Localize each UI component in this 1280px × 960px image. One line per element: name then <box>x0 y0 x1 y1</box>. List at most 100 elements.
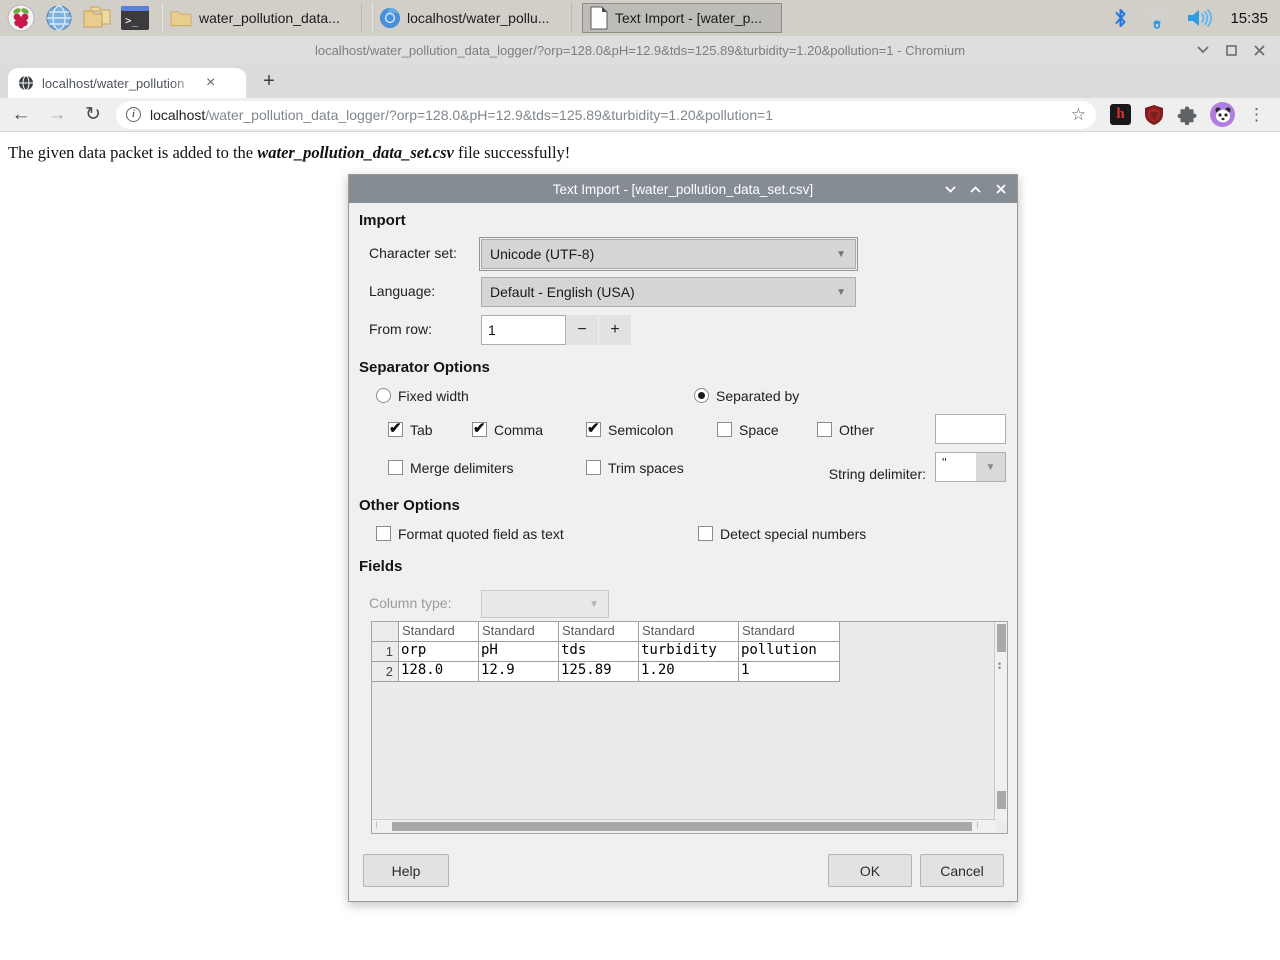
extensions-puzzle-icon[interactable] <box>1177 105 1197 125</box>
table-cell[interactable]: 1.20 <box>639 662 739 682</box>
from-row-plus-button[interactable]: + <box>599 315 631 345</box>
cancel-button[interactable]: Cancel <box>920 854 1004 887</box>
taskbar-item-chromium[interactable]: localhost/water_pollu... <box>372 3 572 33</box>
table-cell[interactable]: pollution <box>739 642 840 662</box>
bluetooth-icon[interactable] <box>1113 7 1128 29</box>
table-cell[interactable]: turbidity <box>639 642 739 662</box>
raspberry-menu-icon[interactable] <box>4 2 38 34</box>
back-icon[interactable]: ← <box>6 104 36 126</box>
semicolon-label[interactable]: Semicolon <box>608 422 673 438</box>
new-tab-button[interactable]: + <box>256 68 282 94</box>
chevron-down-icon: ▼ <box>836 249 846 260</box>
other-separator-input[interactable] <box>935 414 1006 444</box>
import-heading: Import <box>359 212 406 229</box>
chevron-down-icon: ▼ <box>836 287 846 298</box>
separated-by-radio[interactable] <box>694 388 709 403</box>
chevron-down-icon: ▼ <box>986 462 996 473</box>
comma-checkbox[interactable] <box>472 422 487 437</box>
column-header[interactable]: Standard <box>399 622 479 642</box>
reload-icon[interactable]: ↻ <box>78 103 108 126</box>
language-dropdown[interactable]: Default - English (USA)▼ <box>481 277 856 307</box>
csv-filename: water_pollution_data_set.csv <box>257 143 454 162</box>
dialog-close-icon[interactable] <box>994 183 1007 196</box>
dialog-restore-icon[interactable] <box>969 183 982 196</box>
chevron-down-icon: ▼ <box>589 599 599 610</box>
forward-icon[interactable]: → <box>42 104 72 126</box>
browser-toolbar: ← → ↻ i localhost/water_pollution_data_l… <box>0 98 1280 132</box>
help-button[interactable]: Help <box>363 854 449 887</box>
table-cell[interactable]: pH <box>479 642 559 662</box>
tab-localhost[interactable]: localhost/water_pollution × <box>8 68 246 98</box>
from-row-input[interactable]: 1 <box>481 315 566 345</box>
table-cell[interactable]: 1 <box>739 662 840 682</box>
scrollbar-thumb[interactable] <box>392 822 972 831</box>
profile-avatar[interactable] <box>1210 102 1235 127</box>
horizontal-scrollbar[interactable]: ⁝ ⁝ <box>372 819 996 833</box>
vertical-scrollbar[interactable]: •• <box>994 622 1007 821</box>
page-info-icon[interactable]: i <box>126 107 141 122</box>
bookmark-star-icon[interactable]: ☆ <box>1071 105 1086 125</box>
scrollbar-grip: ⁝ <box>976 820 979 831</box>
volume-icon[interactable] <box>1186 7 1214 29</box>
column-header[interactable]: Standard <box>739 622 840 642</box>
minimize-icon[interactable] <box>1196 43 1210 57</box>
extension-h-icon[interactable]: h <box>1110 104 1131 125</box>
ublock-shield-icon[interactable] <box>1144 104 1164 126</box>
row-number: 2 <box>372 662 399 682</box>
file-manager-icon[interactable] <box>80 2 114 34</box>
semicolon-checkbox[interactable] <box>586 422 601 437</box>
table-cell[interactable]: 125.89 <box>559 662 639 682</box>
close-icon[interactable] <box>1252 43 1266 57</box>
fixed-width-radio[interactable] <box>376 388 391 403</box>
tab-checkbox[interactable] <box>388 422 403 437</box>
space-checkbox[interactable] <box>717 422 732 437</box>
scrollbar-thumb[interactable] <box>997 624 1006 652</box>
comma-label[interactable]: Comma <box>494 422 543 438</box>
tab-label[interactable]: Tab <box>410 422 433 438</box>
from-row-minus-button[interactable]: − <box>566 315 598 345</box>
column-header[interactable]: Standard <box>559 622 639 642</box>
ok-button[interactable]: OK <box>828 854 912 887</box>
separated-by-label[interactable]: Separated by <box>716 388 799 404</box>
wifi-icon[interactable] <box>1144 7 1170 29</box>
window-titlebar[interactable]: localhost/water_pollution_data_logger/?o… <box>0 36 1280 64</box>
format-quoted-checkbox[interactable] <box>376 526 391 541</box>
charset-dropdown[interactable]: Unicode (UTF-8)▼ <box>481 239 856 269</box>
trim-spaces-checkbox[interactable] <box>586 460 601 475</box>
merge-delimiters-label[interactable]: Merge delimiters <box>410 460 513 476</box>
fixed-width-label[interactable]: Fixed width <box>398 388 469 404</box>
status-message: The given data packet is added to the wa… <box>8 143 570 163</box>
taskbar-item-file-manager[interactable]: water_pollution_data... <box>162 3 362 33</box>
browser-menu-icon[interactable]: ⋮ <box>1248 105 1265 125</box>
string-delimiter-input[interactable]: " <box>935 452 977 482</box>
folder-icon <box>169 8 193 28</box>
table-cell[interactable]: 12.9 <box>479 662 559 682</box>
dialog-titlebar[interactable]: Text Import - [water_pollution_data_set.… <box>349 175 1017 203</box>
terminal-icon[interactable]: >_ <box>118 2 152 34</box>
other-options-heading: Other Options <box>359 497 460 514</box>
corner-cell[interactable] <box>372 622 399 642</box>
trim-spaces-label[interactable]: Trim spaces <box>608 460 684 476</box>
maximize-icon[interactable] <box>1224 43 1238 57</box>
url-bar[interactable]: i localhost/water_pollution_data_logger/… <box>116 101 1096 129</box>
string-delimiter-dropdown[interactable]: ▼ <box>976 452 1006 482</box>
other-label[interactable]: Other <box>839 422 874 438</box>
detect-special-checkbox[interactable] <box>698 526 713 541</box>
column-header[interactable]: Standard <box>479 622 559 642</box>
table-cell[interactable]: orp <box>399 642 479 662</box>
column-type-dropdown[interactable]: ▼ <box>481 590 609 618</box>
merge-delimiters-checkbox[interactable] <box>388 460 403 475</box>
table-cell[interactable]: 128.0 <box>399 662 479 682</box>
table-cell[interactable]: tds <box>559 642 639 662</box>
taskbar-item-text-import[interactable]: Text Import - [water_p... <box>582 3 782 33</box>
detect-special-label[interactable]: Detect special numbers <box>720 526 866 542</box>
space-label[interactable]: Space <box>739 422 779 438</box>
column-header[interactable]: Standard <box>639 622 739 642</box>
scrollbar-thumb[interactable] <box>997 791 1006 809</box>
url-text[interactable]: localhost/water_pollution_data_logger/?o… <box>150 107 1065 123</box>
web-browser-icon[interactable] <box>42 2 76 34</box>
dialog-minimize-icon[interactable] <box>944 183 957 196</box>
format-quoted-label[interactable]: Format quoted field as text <box>398 526 564 542</box>
other-checkbox[interactable] <box>817 422 832 437</box>
tab-close-icon[interactable]: × <box>206 75 215 91</box>
